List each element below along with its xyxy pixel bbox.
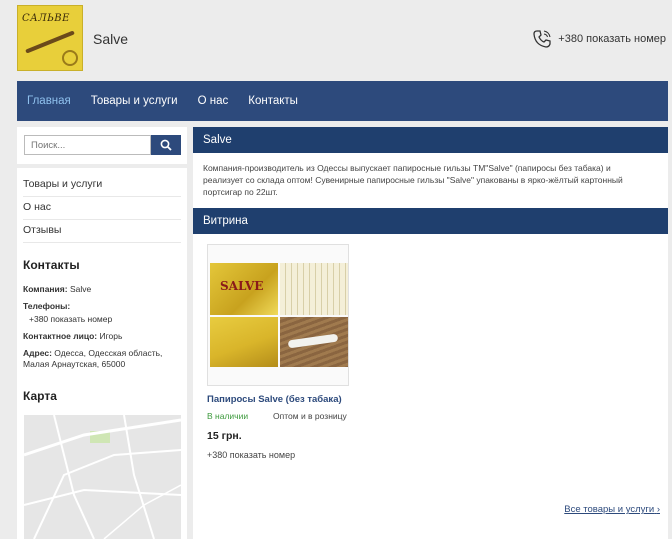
contact-person: Контактное лицо: Игорь (23, 331, 183, 342)
search-button[interactable] (151, 135, 181, 155)
logo-text: САЛЬВЕ (22, 13, 70, 24)
company-description: Компания-производитель из Одессы выпуска… (203, 163, 623, 197)
divider (17, 164, 187, 168)
sale-type: Оптом и в розницу (273, 411, 347, 421)
product-price: 15 грн. (207, 430, 242, 442)
page-title: Salve (193, 127, 668, 153)
nav-products[interactable]: Товары и услуги (91, 95, 178, 107)
sidebar: Товары и услуги О нас Отзывы Контакты Ко… (17, 127, 187, 539)
sidebar-link-reviews[interactable]: Отзывы (23, 220, 181, 243)
contact-address: Адрес: Одесса, Одесская область, Малая А… (23, 348, 183, 370)
product-card[interactable]: SALVE (207, 244, 349, 386)
person-value: Игорь (99, 331, 123, 341)
company-label: Компания: (23, 284, 68, 294)
product-photo-tubes (280, 263, 348, 315)
main-content: Salve Компания-производитель из Одессы в… (193, 127, 668, 539)
contact-company: Компания: Salve (23, 284, 183, 295)
sidebar-link-products[interactable]: Товары и услуги (23, 174, 181, 197)
sidebar-links: Товары и услуги О нас Отзывы (23, 174, 181, 243)
tube-shape (287, 333, 339, 349)
company-value: Salve (69, 284, 92, 294)
product-photo-pack (210, 317, 278, 367)
photo-box-label: SALVE (220, 279, 264, 293)
contact-phones: Телефоны: (23, 301, 183, 312)
search-icon (160, 139, 172, 151)
product-name-link[interactable]: Папиросы Salve (без табака) (207, 394, 342, 405)
site-header: САЛЬВЕ Salve +380 показать номер (0, 0, 672, 80)
map-heading: Карта (23, 389, 57, 403)
search-input[interactable] (24, 135, 151, 155)
sidebar-link-about[interactable]: О нас (23, 197, 181, 220)
contact-phone-number[interactable]: +380 показать номер (29, 314, 189, 325)
phones-label: Телефоны: (23, 301, 71, 311)
contacts-heading: Контакты (23, 258, 80, 272)
address-label: Адрес: (23, 348, 52, 358)
company-name[interactable]: Salve (93, 31, 128, 47)
product-photo-box: SALVE (210, 263, 278, 315)
header-phone-text: +380 показать номер (558, 33, 666, 45)
map[interactable] (24, 415, 181, 539)
product-photo[interactable]: SALVE (210, 263, 348, 367)
search-box (24, 135, 181, 155)
showcase-title: Витрина (193, 208, 668, 234)
product-phone[interactable]: +380 показать номер (207, 450, 295, 460)
header-phone[interactable]: +380 показать номер (532, 28, 666, 50)
nav-home[interactable]: Главная (27, 95, 71, 107)
person-label: Контактное лицо: (23, 331, 98, 341)
nav-contacts[interactable]: Контакты (248, 95, 298, 107)
seal-icon (62, 50, 78, 66)
availability-status: В наличии (207, 411, 249, 421)
nav-about[interactable]: О нас (198, 95, 229, 107)
all-products-link[interactable]: Все товары и услуги › (564, 504, 660, 515)
chevron-right-icon: › (656, 504, 660, 515)
product-photo-tube (280, 317, 348, 367)
all-products-text: Все товары и услуги (564, 504, 655, 515)
map-roads (24, 415, 181, 539)
company-logo[interactable]: САЛЬВЕ (17, 5, 83, 71)
phone-icon (533, 30, 551, 48)
main-nav: Главная Товары и услуги О нас Контакты (17, 81, 668, 121)
